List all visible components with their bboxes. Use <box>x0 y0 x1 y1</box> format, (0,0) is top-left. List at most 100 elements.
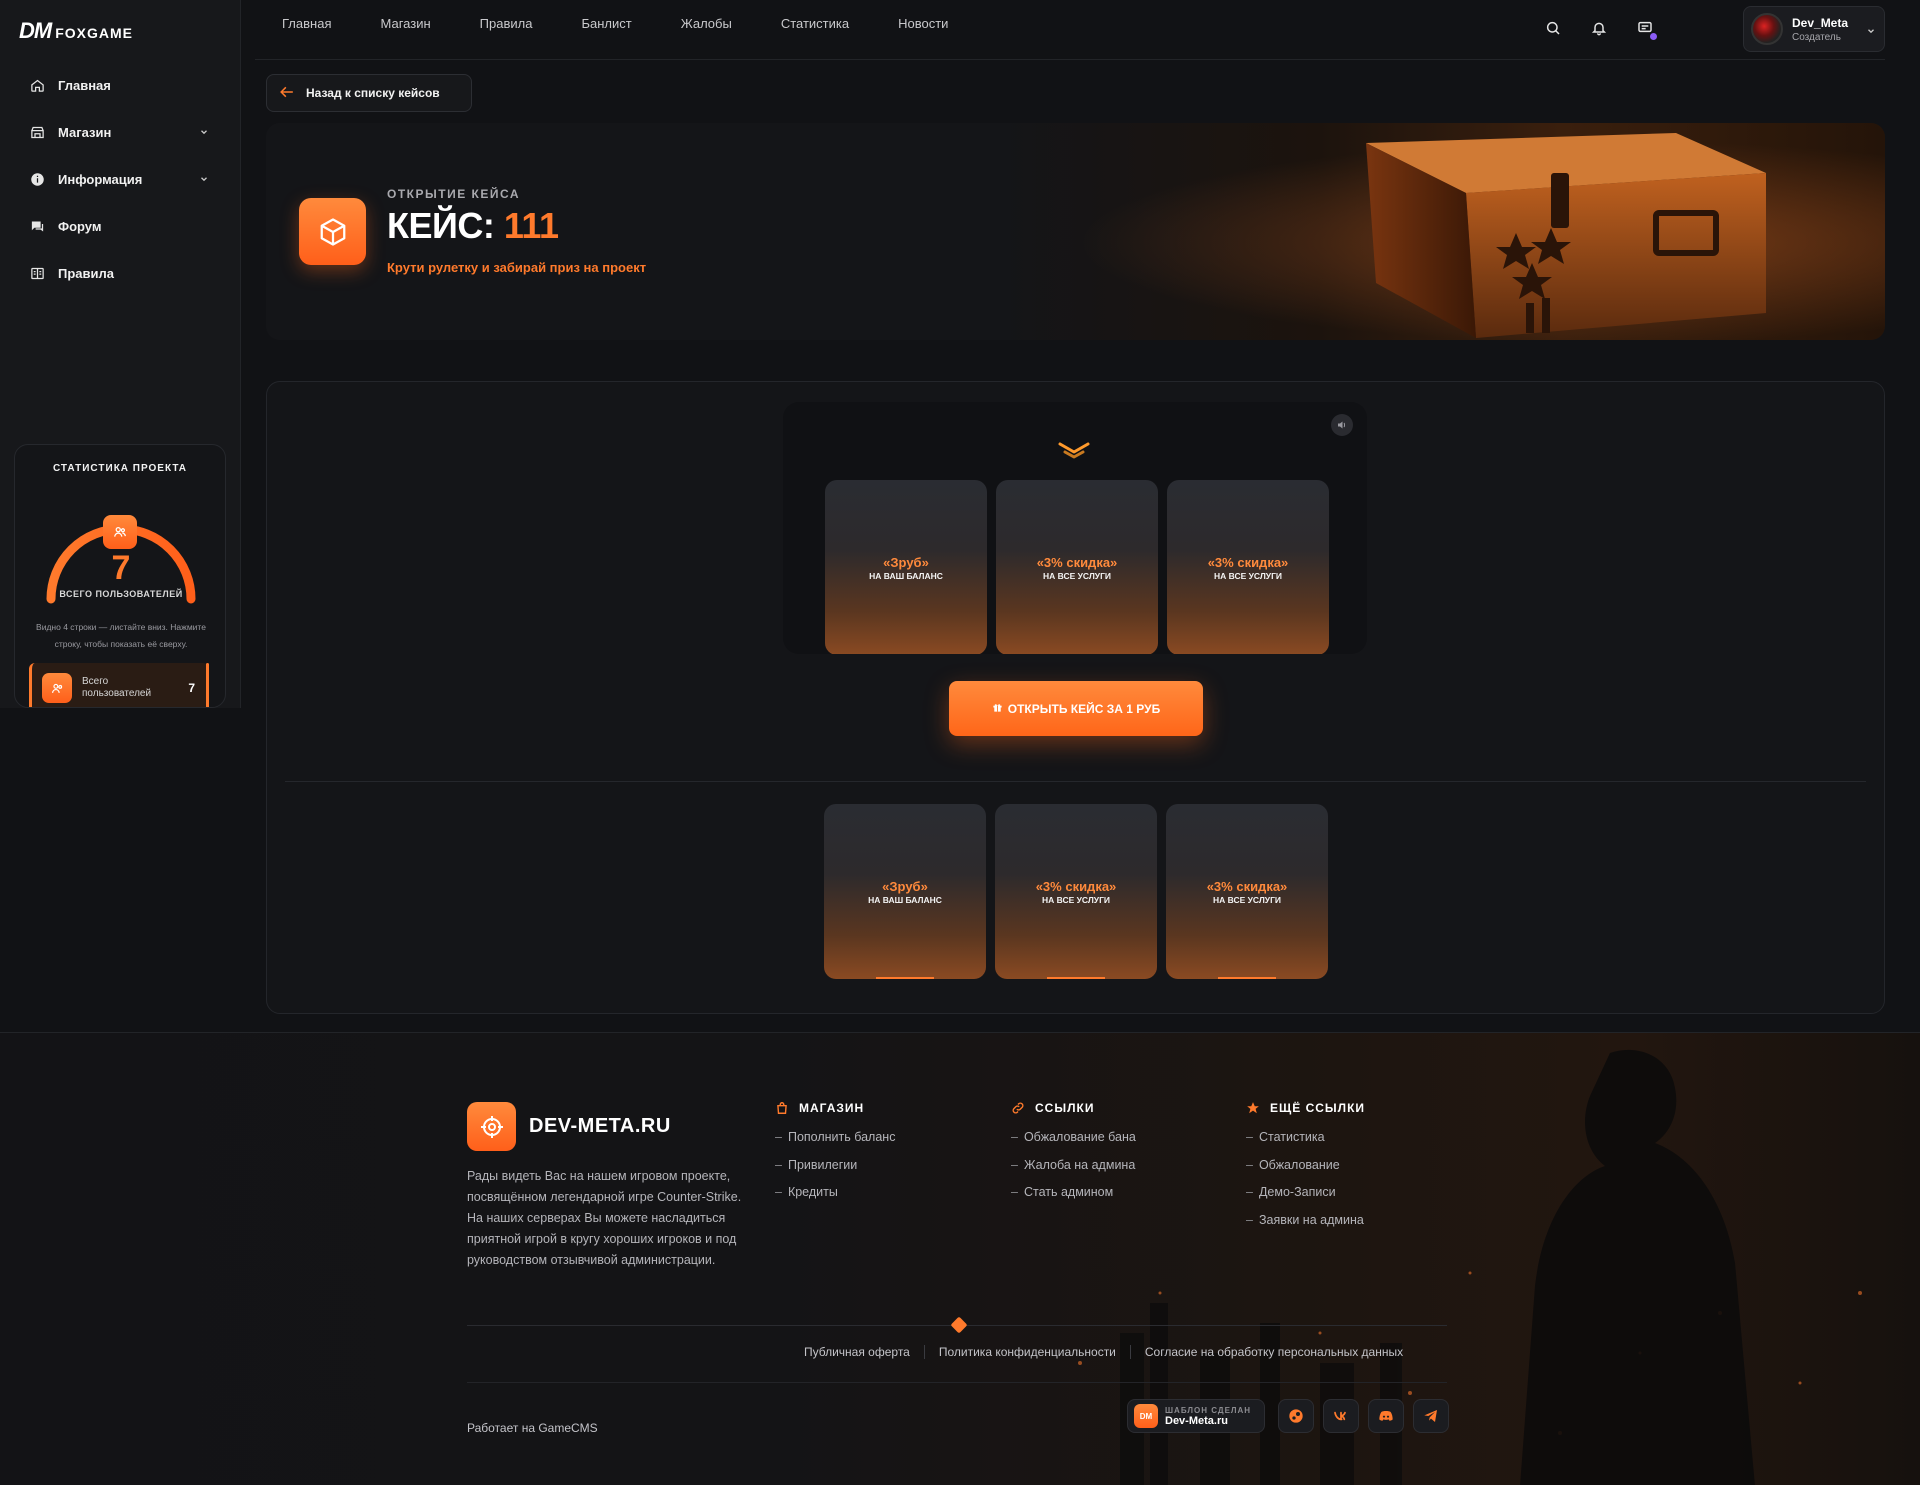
topbar: Главная Магазин Правила Банлист Жалобы С… <box>255 0 1885 60</box>
notification-dot <box>1650 33 1657 40</box>
open-case-button[interactable]: ОТКРЫТЬ КЕЙС ЗА 1 РУБ <box>949 681 1203 736</box>
footer-link[interactable]: Жалоба на админа <box>1011 1158 1136 1186</box>
sidebar-item-label: Информация <box>58 172 143 187</box>
legal-separator <box>923 1345 925 1359</box>
home-icon <box>29 78 45 94</box>
footer-link[interactable]: Пополнить баланс <box>775 1130 896 1158</box>
roulette-item-title: «3% скидка» <box>1207 554 1289 570</box>
prize-title: «3% скидка» <box>1035 878 1117 894</box>
topnav-item-shop[interactable]: Магазин <box>380 16 430 31</box>
users-icon <box>42 673 72 703</box>
open-case-label: ОТКРЫТЬ КЕЙС ЗА 1 РУБ <box>1007 701 1161 716</box>
sidebar-item-info[interactable]: Информация <box>17 156 217 203</box>
hero-title: КЕЙС: 111 <box>387 205 559 247</box>
sidebar-item-home[interactable]: Главная <box>17 62 217 109</box>
legal-link-offer[interactable]: Публичная оферта <box>804 1345 910 1359</box>
footer-link[interactable]: Обжалование <box>1246 1158 1365 1186</box>
stats-row-value: 7 <box>188 681 195 695</box>
back-to-cases-button[interactable]: Назад к списку кейсов <box>266 74 472 112</box>
gift-icon <box>992 702 1003 716</box>
bell-icon[interactable] <box>1589 18 1609 38</box>
case-crate-image <box>1366 133 1766 338</box>
hero-description: Крути рулетку и забирай приз на проект <box>387 260 647 275</box>
topnav-item-complaints[interactable]: Жалобы <box>681 16 732 31</box>
users-icon <box>103 515 137 549</box>
search-icon[interactable] <box>1543 18 1563 38</box>
user-menu[interactable]: Dev_Meta Создатель <box>1743 6 1885 52</box>
topnav-item-home[interactable]: Главная <box>282 16 331 31</box>
footer-link[interactable]: Обжалование бана <box>1011 1130 1136 1158</box>
roulette: «Зруб» НА ВАШ БАЛАНС «3% скидка» НА ВСЕ … <box>783 402 1367 654</box>
stats-row[interactable]: Всего пользователей 7 <box>29 663 209 707</box>
sidebar-item-rules[interactable]: Правила <box>17 250 217 297</box>
prize-subtitle: НА ВСЕ УСЛУГИ <box>1212 894 1282 905</box>
case-hero: ОТКРЫТИЕ КЕЙСА КЕЙС: 111 Крути рулетку и… <box>266 123 1885 340</box>
roulette-item-title: «Зруб» <box>883 554 929 570</box>
topnav-item-stats[interactable]: Статистика <box>781 16 849 31</box>
top-icons <box>1543 18 1657 40</box>
hero-title-number: 111 <box>503 205 559 246</box>
legal-link-consent[interactable]: Согласие на обработку персональных данны… <box>1145 1345 1403 1359</box>
footer-column-more-links: ЕЩЁ ССЫЛКИ Статистика Обжалование Демо-З… <box>1246 1101 1365 1240</box>
stats-value: 7 <box>111 549 131 587</box>
footer-link[interactable]: Стать админом <box>1011 1185 1136 1213</box>
roulette-item-title: «3% скидка» <box>1036 554 1118 570</box>
discord-icon[interactable] <box>1368 1399 1404 1433</box>
steam-icon[interactable] <box>1278 1399 1314 1433</box>
prize-title: «Зруб» <box>882 878 928 894</box>
panel-divider <box>285 781 1866 782</box>
target-icon <box>467 1102 516 1151</box>
vk-icon[interactable] <box>1323 1399 1359 1433</box>
roulette-item: «3% скидка» НА ВСЕ УСЛУГИ <box>996 480 1158 654</box>
telegram-icon[interactable] <box>1413 1399 1449 1433</box>
topnav-item-banlist[interactable]: Банлист <box>581 16 631 31</box>
star-icon <box>1246 1101 1262 1115</box>
roulette-pointer-icon <box>1057 440 1091 465</box>
template-credit[interactable]: DM ШАБЛОН СДЕЛАН Dev-Meta.ru <box>1127 1399 1265 1433</box>
case-panel: «Зруб» НА ВАШ БАЛАНС «3% скидка» НА ВСЕ … <box>266 381 1885 1014</box>
footer-link[interactable]: Кредиты <box>775 1185 895 1213</box>
footer-link[interactable]: Заявки на админа <box>1246 1213 1365 1241</box>
footer-link[interactable]: Привилегии <box>775 1158 895 1186</box>
footer-link[interactable]: Демо-Записи <box>1246 1185 1365 1213</box>
footer-link[interactable]: Статистика <box>1246 1130 1365 1158</box>
logo-mark: DM <box>19 18 52 43</box>
prize-subtitle: НА ВАШ БАЛАНС <box>868 894 942 905</box>
sidebar-item-label: Правила <box>58 266 114 281</box>
stats-scrollbar[interactable] <box>206 663 209 707</box>
topnav-item-rules[interactable]: Правила <box>480 16 533 31</box>
sidebar-item-forum[interactable]: Форум <box>17 203 217 250</box>
prize-card: «3% скидка» НА ВСЕ УСЛУГИ <box>995 804 1157 979</box>
chevron-down-icon <box>199 125 209 140</box>
stats-row-label: Всего пользователей <box>82 676 152 699</box>
user-role: Создатель <box>1792 31 1841 43</box>
logo-name: FOXGAME <box>55 25 133 41</box>
rules-icon <box>29 266 45 282</box>
messages-icon[interactable] <box>1635 18 1657 40</box>
footer-column-title: МАГАЗИН <box>799 1101 865 1115</box>
roulette-item: «Зруб» НА ВАШ БАЛАНС <box>825 480 987 654</box>
dm-logo-badge: DM <box>1134 1404 1158 1428</box>
prize-accent-bar <box>1218 977 1276 979</box>
chevron-down-icon <box>1866 23 1876 41</box>
user-name: Dev_Meta <box>1792 15 1849 30</box>
sidebar-item-shop[interactable]: Магазин <box>17 109 217 156</box>
forum-icon <box>29 219 45 235</box>
powered-by: Работает на GameCMS <box>467 1421 598 1435</box>
chevron-down-icon <box>199 172 209 187</box>
topnav-item-news[interactable]: Новости <box>898 16 948 31</box>
footer-legal-links: Публичная оферта Политика конфиденциальн… <box>804 1345 1403 1359</box>
logo[interactable]: DM FOXGAME <box>19 18 133 44</box>
credit-line2: Dev-Meta.ru <box>1165 1414 1228 1427</box>
page-root: DM FOXGAME Главная Магазин Информация Фо… <box>0 0 1920 1485</box>
prize-title: «3% скидка» <box>1206 878 1288 894</box>
legal-link-privacy[interactable]: Политика конфиденциальности <box>939 1345 1116 1359</box>
roulette-item-subtitle: НА ВСЕ УСЛУГИ <box>1042 570 1112 581</box>
prize-accent-bar <box>1047 977 1105 979</box>
footer-diamond-ornament <box>950 1316 968 1334</box>
roulette-item-subtitle: НА ВСЕ УСЛУГИ <box>1213 570 1283 581</box>
link-icon <box>1011 1101 1027 1115</box>
footer-column-shop: МАГАЗИН Пополнить баланс Привилегии Кред… <box>775 1101 895 1213</box>
sound-toggle-icon[interactable] <box>1331 414 1353 436</box>
credit-line1: ШАБЛОН СДЕЛАН <box>1165 1405 1252 1415</box>
